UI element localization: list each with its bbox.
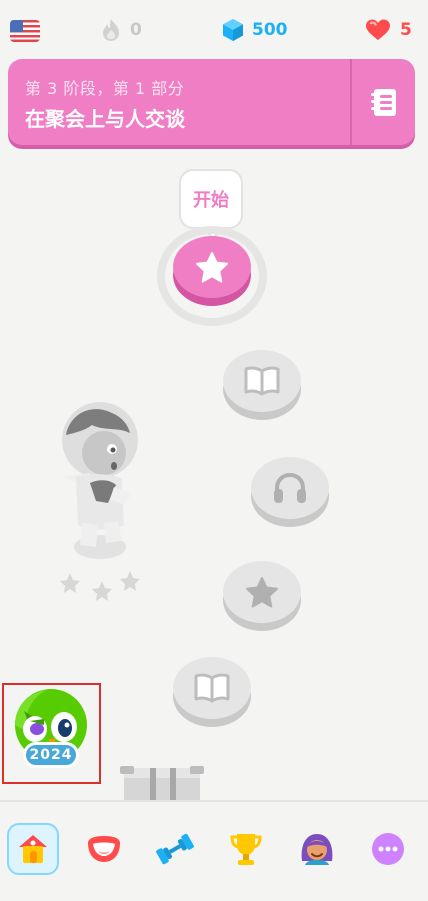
home-icon [19, 835, 47, 863]
heart-icon [366, 19, 390, 40]
gem-count: 500 [252, 20, 288, 40]
unit-header[interactable]: 第 3 阶段，第 1 部分 在聚会上与人交谈 [8, 59, 415, 145]
heart-count: 5 [400, 20, 412, 40]
streak-counter[interactable]: 0 [100, 18, 142, 42]
lesson-node-start[interactable] [173, 236, 251, 306]
year-badge: 2024 [23, 742, 79, 768]
hearts-counter[interactable]: 5 [364, 18, 412, 42]
gem-icon [223, 19, 243, 41]
bottom-nav [0, 800, 428, 901]
nav-leaderboard[interactable] [220, 823, 272, 875]
year-in-review-widget[interactable]: 2024 [2, 683, 101, 784]
more-icon [372, 833, 404, 865]
profile-icon [301, 834, 333, 865]
lesson-node-listening[interactable] [251, 457, 329, 527]
lesson-node-book-2[interactable] [173, 657, 251, 727]
guidebook-button[interactable] [352, 59, 415, 145]
star-icon [246, 577, 278, 608]
star-icon [196, 252, 228, 283]
us-flag-icon[interactable] [10, 20, 40, 42]
nav-practice[interactable] [149, 823, 201, 875]
nav-home[interactable] [7, 823, 59, 875]
gems-counter[interactable]: 500 [222, 18, 288, 42]
nav-profile[interactable] [291, 823, 343, 875]
streak-count: 0 [130, 20, 142, 40]
headphones-icon [274, 472, 306, 503]
book-icon [244, 366, 280, 396]
start-tooltip: 开始 [179, 169, 243, 229]
leaderboard-icon [230, 834, 262, 865]
practice-icon [156, 833, 194, 865]
nav-speak[interactable] [78, 823, 130, 875]
speak-icon [88, 836, 120, 862]
nav-more[interactable] [362, 823, 414, 875]
flame-icon [103, 19, 119, 41]
book-icon [194, 673, 230, 703]
lesson-node-star[interactable] [223, 561, 301, 631]
top-status-bar: 0 500 5 [0, 12, 428, 52]
character-illustration [52, 395, 162, 610]
unit-subtitle: 第 3 阶段，第 1 部分 [25, 79, 185, 98]
lesson-node-book-1[interactable] [223, 350, 301, 420]
treasure-chest[interactable] [120, 764, 204, 804]
guidebook-icon [370, 89, 396, 116]
unit-title: 在聚会上与人交谈 [25, 107, 185, 131]
